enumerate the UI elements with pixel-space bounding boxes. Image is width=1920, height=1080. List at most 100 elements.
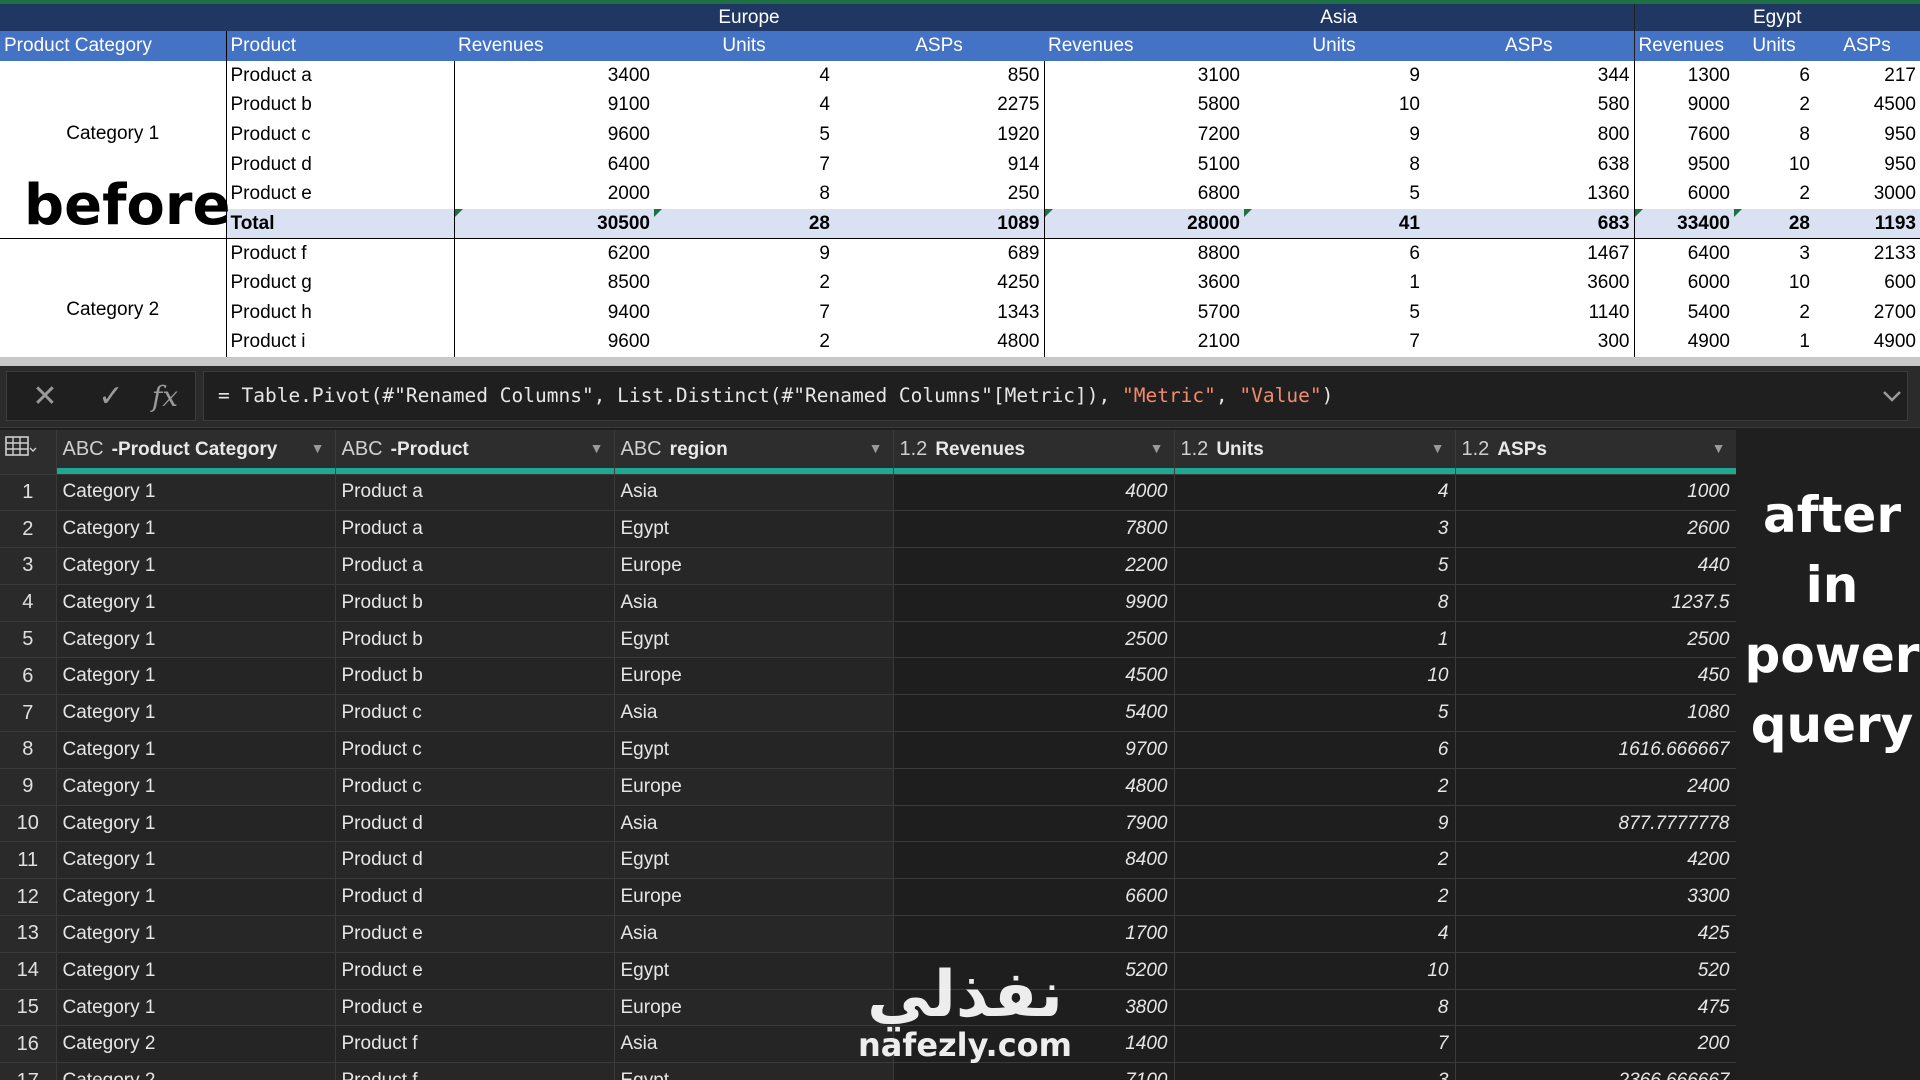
table-cell[interactable]: 10 xyxy=(1174,952,1456,990)
table-cell[interactable]: Category 1 xyxy=(56,805,336,843)
product-cell[interactable]: Product d xyxy=(225,149,454,180)
header-metric[interactable]: Revenues xyxy=(454,31,654,61)
value-cell[interactable]: 580 xyxy=(1424,91,1634,121)
table-cell[interactable]: Product b xyxy=(335,621,615,659)
header-metric[interactable]: ASPs xyxy=(834,31,1044,61)
value-cell[interactable]: 2 xyxy=(1734,298,1814,328)
text-type-icon[interactable]: ABC xyxy=(342,438,383,460)
value-cell[interactable]: 300 xyxy=(1424,327,1634,357)
value-cell[interactable]: 9600 xyxy=(453,120,654,150)
table-cell[interactable]: Asia xyxy=(614,474,894,512)
table-cell[interactable]: Europe xyxy=(614,989,894,1027)
product-cell[interactable]: Product e xyxy=(225,179,454,209)
value-cell[interactable]: 1 xyxy=(1734,327,1814,357)
row-number[interactable]: 14 xyxy=(0,952,57,990)
table-cell[interactable]: 1616.666667 xyxy=(1455,731,1736,769)
table-cell[interactable]: Asia xyxy=(614,1025,894,1064)
row-number[interactable]: 11 xyxy=(0,841,57,880)
value-cell[interactable]: 800 xyxy=(1424,120,1634,150)
header-product[interactable]: Product xyxy=(225,31,454,61)
filter-dropdown-icon[interactable]: ▼ xyxy=(1712,440,1726,456)
value-cell[interactable]: 1467 xyxy=(1424,238,1634,269)
value-cell[interactable]: 2100 xyxy=(1043,327,1244,357)
value-cell[interactable]: 10 xyxy=(1244,91,1424,121)
table-cell[interactable]: Category 1 xyxy=(56,547,336,585)
table-cell[interactable]: Egypt xyxy=(614,510,894,549)
header-metric[interactable]: Revenues xyxy=(1633,31,1734,61)
row-number[interactable]: 7 xyxy=(0,694,57,733)
table-cell[interactable]: Product e xyxy=(335,915,615,953)
table-cell[interactable]: 6 xyxy=(1174,731,1456,769)
value-cell[interactable]: 9 xyxy=(1244,120,1424,150)
table-cell[interactable]: 5 xyxy=(1174,547,1456,585)
value-cell[interactable]: 9 xyxy=(654,238,834,269)
row-number[interactable]: 10 xyxy=(0,805,57,843)
table-cell[interactable]: Product b xyxy=(335,657,615,696)
row-number[interactable]: 6 xyxy=(0,657,57,696)
table-cell[interactable]: 8 xyxy=(1174,584,1456,622)
header-product-category[interactable]: Product Category xyxy=(0,31,226,61)
table-cell[interactable]: Asia xyxy=(614,694,894,733)
table-cell[interactable]: 3300 xyxy=(1455,878,1736,917)
value-cell[interactable]: 5400 xyxy=(1633,297,1734,328)
value-cell[interactable]: 2 xyxy=(1734,91,1814,121)
value-cell[interactable]: 6 xyxy=(1244,238,1424,269)
table-cell[interactable]: Product e xyxy=(335,952,615,990)
table-cell[interactable]: Asia xyxy=(614,915,894,953)
expand-formula-chevron-icon[interactable] xyxy=(1878,382,1906,410)
column-header-product-category[interactable]: ABC -Product Category ▼ xyxy=(56,430,336,468)
table-cell[interactable]: Product f xyxy=(335,1062,615,1080)
table-cell[interactable]: 520 xyxy=(1455,952,1736,990)
value-cell[interactable]: 4250 xyxy=(834,268,1044,298)
table-cell[interactable]: 7900 xyxy=(893,805,1175,843)
value-cell[interactable]: 850 xyxy=(834,61,1044,91)
table-cell[interactable]: 1000 xyxy=(1455,474,1736,512)
table-cell[interactable]: Category 1 xyxy=(56,694,336,733)
value-cell[interactable]: 3000 xyxy=(1814,179,1920,209)
table-cell[interactable]: 9 xyxy=(1174,805,1456,843)
product-cell[interactable]: Product c xyxy=(225,120,454,150)
table-cell[interactable]: 6600 xyxy=(893,878,1175,917)
decimal-type-icon[interactable]: 1.2 xyxy=(1181,438,1209,460)
value-cell[interactable]: 2 xyxy=(654,327,834,357)
value-cell[interactable]: 4800 xyxy=(834,327,1044,357)
value-cell[interactable]: 7 xyxy=(654,150,834,180)
value-cell[interactable]: 6800 xyxy=(1043,179,1244,209)
table-cell[interactable]: 4000 xyxy=(893,474,1175,512)
table-cell[interactable]: Category 1 xyxy=(56,841,336,880)
value-cell[interactable]: 6200 xyxy=(453,238,654,269)
region-header[interactable]: Egypt xyxy=(1633,4,1920,31)
header-metric[interactable]: Units xyxy=(654,31,834,61)
row-number[interactable]: 5 xyxy=(0,621,57,659)
table-cell[interactable]: Egypt xyxy=(614,621,894,659)
table-cell[interactable]: 200 xyxy=(1455,1025,1736,1064)
decimal-type-icon[interactable]: 1.2 xyxy=(900,438,928,460)
table-cell[interactable]: 8400 xyxy=(893,841,1175,880)
table-cell[interactable]: 10 xyxy=(1174,657,1456,696)
value-cell[interactable]: 689 xyxy=(834,238,1044,269)
value-cell[interactable]: 8 xyxy=(654,179,834,209)
product-cell[interactable]: Product b xyxy=(225,90,454,121)
table-cell[interactable]: 1080 xyxy=(1455,694,1736,733)
row-number[interactable]: 9 xyxy=(0,768,57,806)
table-cell[interactable]: Egypt xyxy=(614,1062,894,1080)
total-value[interactable]: 28 xyxy=(654,208,834,240)
fx-icon[interactable]: fx xyxy=(145,378,185,416)
table-cell[interactable]: 2600 xyxy=(1455,510,1736,549)
table-cell[interactable]: 4200 xyxy=(1455,841,1736,880)
value-cell[interactable]: 6000 xyxy=(1633,268,1734,298)
table-cell[interactable]: 3800 xyxy=(893,989,1175,1027)
table-cell[interactable]: 877.7777778 xyxy=(1455,805,1736,843)
table-cell[interactable]: Product d xyxy=(335,841,615,880)
value-cell[interactable]: 8500 xyxy=(453,268,654,298)
value-cell[interactable]: 9600 xyxy=(453,327,654,357)
value-cell[interactable]: 4900 xyxy=(1814,327,1920,357)
table-cell[interactable]: Europe xyxy=(614,878,894,917)
header-metric[interactable]: Units xyxy=(1734,31,1814,61)
table-cell[interactable]: 9900 xyxy=(893,584,1175,622)
table-cell[interactable]: 7800 xyxy=(893,510,1175,549)
value-cell[interactable]: 2700 xyxy=(1814,298,1920,328)
table-cell[interactable]: 4 xyxy=(1174,474,1456,512)
total-value[interactable]: 1193 xyxy=(1814,208,1920,240)
filter-dropdown-icon[interactable]: ▼ xyxy=(311,440,325,456)
